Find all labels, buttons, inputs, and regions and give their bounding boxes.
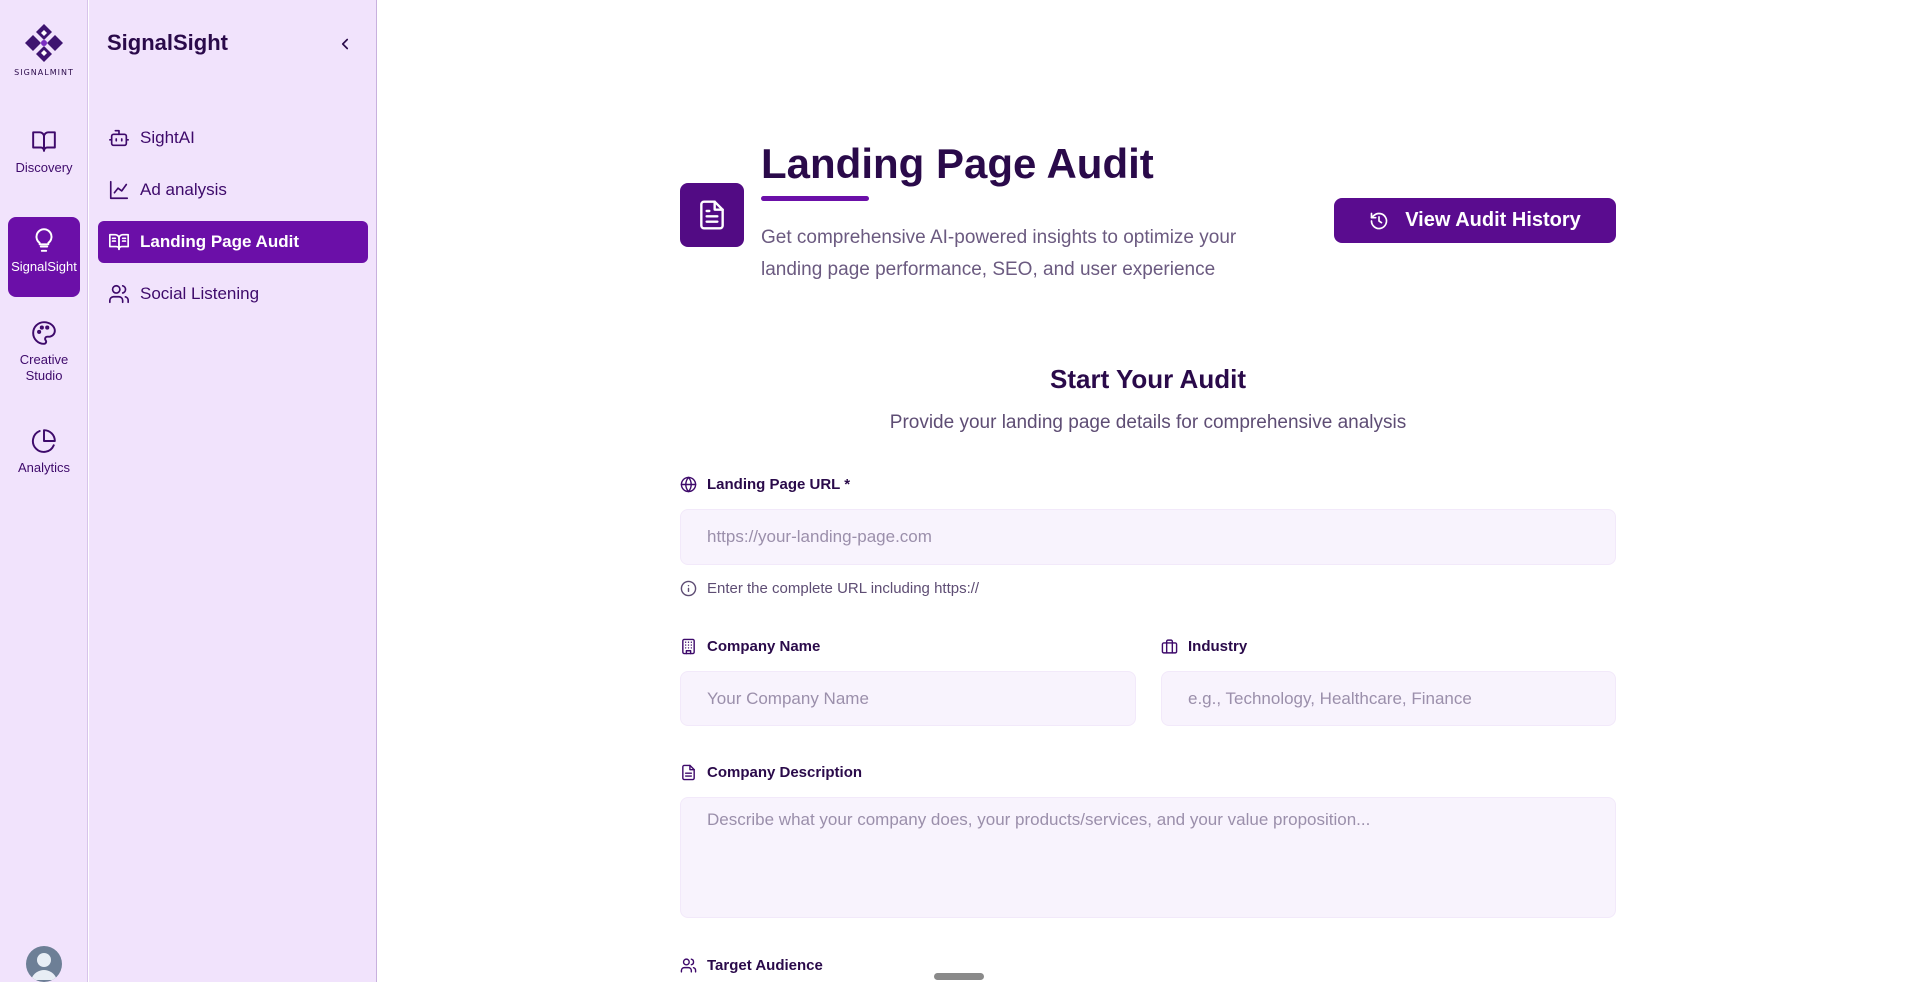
sidebar-item-label: Ad analysis xyxy=(140,180,227,199)
company-name-label: Company Name xyxy=(680,638,820,655)
collapse-sidebar-button[interactable] xyxy=(333,32,357,56)
user-avatar-icon xyxy=(31,953,57,980)
company-description-textarea[interactable]: Describe what your company does, your pr… xyxy=(680,797,1616,918)
company-description-placeholder: Describe what your company does, your pr… xyxy=(707,810,1371,829)
sidebar-item-label: Landing Page Audit xyxy=(140,232,299,251)
sidebar-item-social-listening[interactable]: Social Listening xyxy=(98,273,368,315)
rail-label-signalsight: SignalSight xyxy=(11,259,77,274)
line-chart-icon xyxy=(109,180,129,200)
sidebar-item-landing-page-audit[interactable]: Landing Page Audit xyxy=(98,221,368,263)
rail-item-analytics[interactable]: Analytics xyxy=(8,418,80,492)
industry-input[interactable]: e.g., Technology, Healthcare, Finance xyxy=(1161,671,1616,726)
scroll-handle[interactable] xyxy=(934,973,984,980)
url-input[interactable]: https://your-landing-page.com xyxy=(680,509,1616,565)
rail-item-discovery[interactable]: Discovery xyxy=(8,118,80,192)
user-avatar[interactable] xyxy=(26,946,62,982)
book-open-text-icon xyxy=(109,233,129,251)
book-open-icon xyxy=(32,131,56,152)
industry-label: Industry xyxy=(1161,638,1247,655)
rail-label-analytics: Analytics xyxy=(17,460,71,475)
page-icon xyxy=(680,183,744,247)
view-audit-history-label: View Audit History xyxy=(1405,209,1581,231)
palette-icon xyxy=(32,321,56,345)
sidebar: SignalSight SightAI Ad analysis Landing … xyxy=(89,0,377,982)
lightbulb-icon xyxy=(35,228,53,252)
url-placeholder: https://your-landing-page.com xyxy=(707,527,932,546)
signalmint-logo[interactable]: SIGNALMINT xyxy=(0,22,88,77)
url-hint-text: Enter the complete URL including https:/… xyxy=(707,580,980,597)
users-small-icon xyxy=(680,958,697,973)
info-icon xyxy=(680,580,697,597)
industry-placeholder: e.g., Technology, Healthcare, Finance xyxy=(1188,688,1472,708)
company-description-label: Company Description xyxy=(680,764,862,781)
page-subtitle: Get comprehensive AI-powered insights to… xyxy=(761,227,1237,280)
logo-text: SIGNALMINT xyxy=(14,68,74,77)
company-description-label-text: Company Description xyxy=(707,764,863,781)
target-audience-label: Target Audience xyxy=(680,957,823,974)
rail-label-discovery: Discovery xyxy=(15,160,73,175)
section-title: Start Your Audit xyxy=(1050,364,1246,394)
company-name-placeholder: Your Company Name xyxy=(707,688,869,708)
file-text-small-icon xyxy=(682,764,695,781)
users-icon xyxy=(109,284,129,304)
bot-icon xyxy=(109,129,129,147)
briefcase-icon xyxy=(1161,639,1178,654)
company-name-input[interactable]: Your Company Name xyxy=(680,671,1136,726)
industry-label-text: Industry xyxy=(1188,638,1248,655)
history-icon xyxy=(1370,212,1388,229)
sidebar-item-ad-analysis[interactable]: Ad analysis xyxy=(98,169,368,211)
target-audience-label-text: Target Audience xyxy=(707,957,823,974)
url-label: Landing Page URL * xyxy=(680,476,850,493)
page-title: Landing Page Audit xyxy=(761,140,1154,187)
signalmint-logo-icon xyxy=(25,24,63,62)
main-content: Landing Page Audit Get comprehensive AI-… xyxy=(378,0,1916,982)
section-subtitle: Provide your landing page details for co… xyxy=(889,412,1407,433)
chevron-left-icon xyxy=(341,38,349,50)
sidebar-item-label: SightAI xyxy=(140,128,195,147)
building-icon xyxy=(682,638,695,655)
globe-icon xyxy=(680,476,697,493)
url-hint: Enter the complete URL including https:/… xyxy=(680,580,979,597)
rail-label-creative-studio: Creative Studio xyxy=(19,352,69,383)
pie-chart-icon xyxy=(31,429,56,453)
title-underline xyxy=(761,196,869,201)
app-rail: SIGNALMINT Discovery SignalSight Creativ… xyxy=(0,0,88,982)
rail-item-creative-studio[interactable]: Creative Studio xyxy=(8,310,80,402)
file-text-icon xyxy=(700,200,724,230)
sidebar-title: SignalSight xyxy=(107,30,228,55)
view-audit-history-button[interactable]: View Audit History xyxy=(1334,198,1616,243)
sidebar-item-label: Social Listening xyxy=(140,284,260,303)
rail-item-signalsight[interactable]: SignalSight xyxy=(8,217,80,297)
company-name-label-text: Company Name xyxy=(707,638,821,655)
sidebar-item-sightai[interactable]: SightAI xyxy=(98,117,368,159)
url-label-text: Landing Page URL * xyxy=(707,476,851,493)
